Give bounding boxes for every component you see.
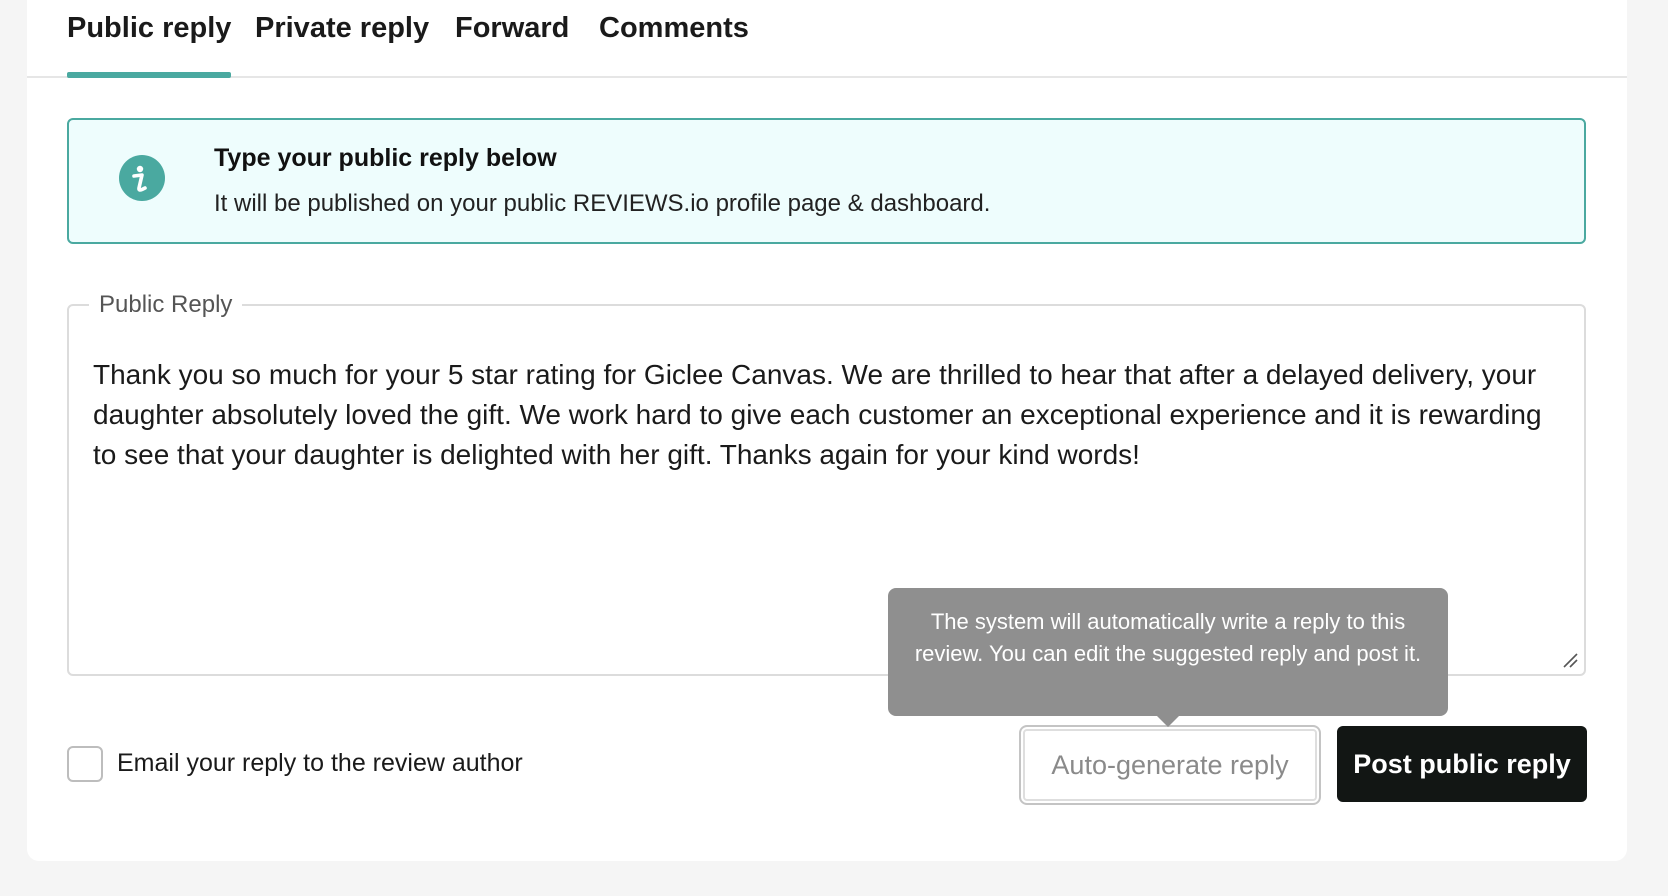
- tab-private-reply[interactable]: Private reply: [255, 12, 429, 76]
- tab-forward[interactable]: Forward: [455, 12, 569, 76]
- auto-generate-tooltip: The system will automatically write a re…: [888, 588, 1448, 727]
- email-author-checkbox[interactable]: [67, 746, 103, 782]
- info-banner: Type your public reply below It will be …: [67, 118, 1586, 244]
- auto-generate-reply-button[interactable]: Auto-generate reply: [1019, 725, 1321, 805]
- reply-panel: Public reply Private reply Forward Comme…: [27, 0, 1627, 861]
- info-title: Type your public reply below: [214, 144, 557, 172]
- info-text: It will be published on your public REVI…: [214, 190, 991, 217]
- email-author-label[interactable]: Email your reply to the review author: [117, 749, 523, 778]
- public-reply-legend: Public Reply: [99, 291, 233, 318]
- info-icon: [119, 155, 165, 201]
- reply-tabs: Public reply Private reply Forward Comme…: [27, 0, 1627, 78]
- public-reply-textarea[interactable]: Thank you so much for your 5 star rating…: [93, 355, 1544, 475]
- tab-public-reply[interactable]: Public reply: [67, 12, 232, 78]
- tab-comments[interactable]: Comments: [599, 12, 749, 76]
- resize-handle-icon[interactable]: [1562, 652, 1578, 668]
- post-public-reply-button[interactable]: Post public reply: [1337, 726, 1587, 802]
